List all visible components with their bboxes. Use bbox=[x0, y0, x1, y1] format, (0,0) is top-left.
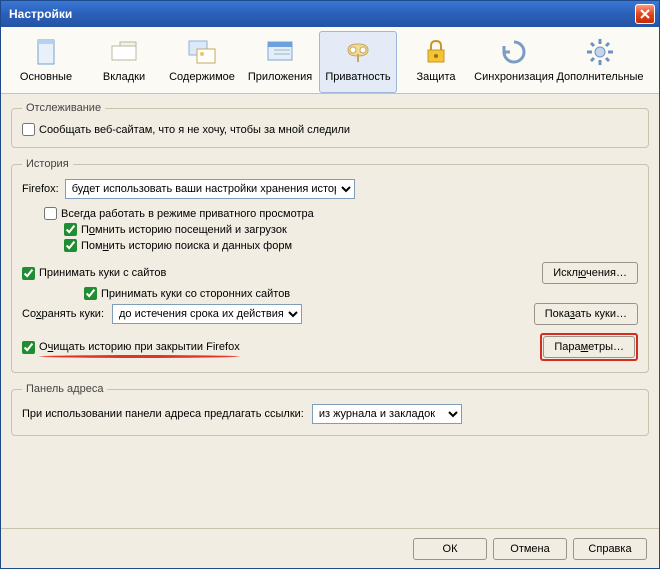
ok-button[interactable]: ОК bbox=[413, 538, 487, 560]
content-icon bbox=[186, 36, 218, 68]
dnt-label: Сообщать веб-сайтам, что я не хочу, чтоб… bbox=[39, 124, 350, 136]
advanced-icon bbox=[584, 36, 616, 68]
tab-privacy[interactable]: Приватность bbox=[319, 31, 397, 93]
third-party-checkbox[interactable] bbox=[84, 287, 97, 300]
window-title: Настройки bbox=[9, 7, 72, 21]
general-icon bbox=[30, 36, 62, 68]
help-button[interactable]: Справка bbox=[573, 538, 647, 560]
tab-label: Приватность bbox=[325, 71, 390, 83]
keep-cookies-label: Сохранять куки: bbox=[22, 308, 104, 320]
tab-label: Защита bbox=[417, 71, 456, 83]
tracking-group: Отслеживание Сообщать веб-сайтам, что я … bbox=[11, 102, 649, 148]
history-mode-select[interactable]: будет использовать ваши настройки хранен… bbox=[65, 179, 355, 199]
tab-advanced[interactable]: Дополнительные bbox=[553, 31, 647, 93]
tab-sync[interactable]: Синхронизация bbox=[475, 31, 553, 93]
settings-window: Настройки Основные Вкладки Содержимое Пр… bbox=[0, 0, 660, 569]
parameters-highlight: Параметры… bbox=[540, 333, 638, 361]
accept-cookies-label: Принимать куки с сайтов bbox=[39, 267, 166, 279]
history-legend: История bbox=[22, 158, 73, 170]
titlebar: Настройки bbox=[1, 1, 659, 27]
history-group: История Firefox: будет использовать ваши… bbox=[11, 158, 649, 373]
remember-search-checkbox[interactable] bbox=[64, 239, 77, 252]
tracking-legend: Отслеживание bbox=[22, 102, 105, 114]
remember-visits-checkbox[interactable] bbox=[64, 223, 77, 236]
tab-content[interactable]: Содержимое bbox=[163, 31, 241, 93]
tab-label: Приложения bbox=[248, 71, 312, 83]
clear-on-close-checkbox[interactable] bbox=[22, 341, 35, 354]
tab-security[interactable]: Защита bbox=[397, 31, 475, 93]
always-private-label: Всегда работать в режиме приватного прос… bbox=[61, 208, 314, 220]
dnt-checkbox[interactable] bbox=[22, 123, 35, 136]
close-button[interactable] bbox=[635, 4, 655, 24]
tabs-icon bbox=[108, 36, 140, 68]
tab-label: Синхронизация bbox=[474, 71, 554, 83]
exceptions-button[interactable]: Исключения… bbox=[542, 262, 638, 284]
tab-label: Вкладки bbox=[103, 71, 145, 83]
remember-search-label: Помнить историю поиска и данных форм bbox=[81, 240, 292, 252]
suggest-select[interactable]: из журнала и закладок bbox=[312, 404, 462, 424]
toolbar: Основные Вкладки Содержимое Приложения П… bbox=[1, 27, 659, 94]
tab-tabs[interactable]: Вкладки bbox=[85, 31, 163, 93]
apps-icon bbox=[264, 36, 296, 68]
titlebar-buttons bbox=[635, 4, 655, 24]
close-icon bbox=[640, 9, 650, 19]
firefox-label: Firefox: bbox=[22, 183, 59, 195]
privacy-icon bbox=[342, 36, 374, 68]
sync-icon bbox=[498, 36, 530, 68]
cancel-button[interactable]: Отмена bbox=[493, 538, 567, 560]
clear-on-close-label: Очищать историю при закрытии Firefox bbox=[39, 341, 240, 353]
keep-cookies-select[interactable]: до истечения срока их действия bbox=[112, 304, 302, 324]
tab-apps[interactable]: Приложения bbox=[241, 31, 319, 93]
tab-label: Основные bbox=[20, 71, 72, 83]
accept-cookies-checkbox[interactable] bbox=[22, 267, 35, 280]
security-icon bbox=[420, 36, 452, 68]
addressbar-legend: Панель адреса bbox=[22, 383, 107, 395]
tab-label: Дополнительные bbox=[556, 71, 643, 83]
always-private-checkbox[interactable] bbox=[44, 207, 57, 220]
show-cookies-button[interactable]: Показать куки… bbox=[534, 303, 638, 325]
addressbar-group: Панель адреса При использовании панели а… bbox=[11, 383, 649, 436]
footer: ОК Отмена Справка bbox=[1, 528, 659, 568]
third-party-label: Принимать куки со сторонних сайтов bbox=[101, 288, 290, 300]
parameters-button[interactable]: Параметры… bbox=[543, 336, 635, 358]
suggest-label: При использовании панели адреса предлага… bbox=[22, 408, 304, 420]
tab-label: Содержимое bbox=[169, 71, 235, 83]
content-area: Отслеживание Сообщать веб-сайтам, что я … bbox=[1, 94, 659, 528]
tab-general[interactable]: Основные bbox=[7, 31, 85, 93]
remember-visits-label: Помнить историю посещений и загрузок bbox=[81, 224, 287, 236]
